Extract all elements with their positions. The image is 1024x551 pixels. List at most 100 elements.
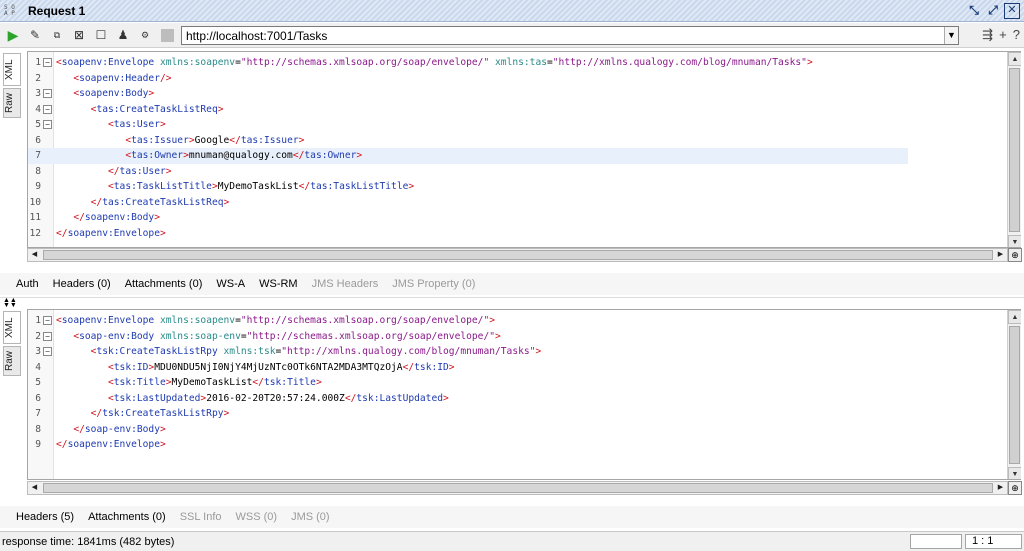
scroll-up-icon[interactable]: ▲ (1008, 52, 1021, 66)
run-icon[interactable]: ▶ (4, 26, 22, 44)
request-code-line[interactable]: 5− <tas:User> (28, 117, 988, 133)
add-endpoint-icon[interactable]: ✎ (26, 26, 44, 44)
request-code-line[interactable]: 6 <tas:Issuer>Google</tas:Issuer> (28, 133, 988, 149)
xml-code-text: <tas:Owner>mnuman@qualogy.com</tas:Owner… (125, 150, 363, 161)
scroll-thumb[interactable] (43, 250, 993, 260)
fold-toggle-icon[interactable]: − (43, 347, 52, 356)
create-empty-request-icon[interactable]: ⊠ (70, 26, 88, 44)
response-horizontal-scrollbar[interactable]: ◀ ▶ (27, 481, 1008, 495)
request-code-line[interactable]: 1− <soapenv:Envelope xmlns:soapenv="http:… (28, 55, 988, 71)
editor-splitter[interactable]: ▲▲ ▼▼ (0, 297, 1024, 309)
chevron-down-icon[interactable]: ▼ (944, 27, 958, 44)
zoom-icon[interactable]: ⊕ (1008, 481, 1022, 495)
response-code-area[interactable]: 1− <soapenv:Envelope xmlns:soapenv="http:… (27, 309, 1021, 480)
request-code-line[interactable]: 11 </soapenv:Body> (28, 210, 988, 226)
response-code-line[interactable]: 1− <soapenv:Envelope xmlns:soapenv="http:… (28, 313, 988, 329)
add-icon[interactable]: + (999, 27, 1007, 43)
line-number: 4 (35, 103, 41, 115)
xml-code-text: <soapenv:Envelope xmlns:soapenv="http://… (56, 315, 496, 326)
fold-toggle-icon[interactable]: − (43, 120, 52, 129)
xml-code-text: </tas:User> (107, 165, 172, 177)
settings-icon[interactable]: ⚙ (136, 26, 154, 44)
scroll-right-icon[interactable]: ▶ (994, 482, 1007, 494)
request-horizontal-scrollbar[interactable]: ◀ ▶ (27, 248, 1008, 262)
scroll-up-icon[interactable]: ▲ (1008, 310, 1021, 324)
scroll-thumb[interactable] (1009, 68, 1020, 232)
scroll-left-icon[interactable]: ◀ (28, 249, 41, 261)
request-tab-ws-rm[interactable]: WS-RM (259, 278, 298, 290)
xml-code-text: <tsk:Title>MyDemoTaskList</tsk:Title> (107, 377, 322, 388)
response-vertical-scrollbar[interactable]: ▲ ▼ (1007, 310, 1021, 479)
response-tab-headers-5[interactable]: Headers (5) (16, 511, 74, 523)
line-number: 2 (35, 72, 41, 84)
status-field (910, 534, 962, 549)
zoom-icon[interactable]: ⊕ (1008, 248, 1022, 262)
scroll-thumb[interactable] (1009, 326, 1020, 464)
response-code-line[interactable]: 7 </tsk:CreateTaskListRpy> (28, 406, 988, 422)
request-tab-attachments-0[interactable]: Attachments (0) (125, 278, 203, 290)
detach-icon[interactable]: ⤡ (966, 3, 982, 19)
xml-code-text: <tas:User> (107, 119, 166, 130)
scroll-down-icon[interactable]: ▼ (1008, 235, 1021, 247)
xml-code-text: <tas:CreateTaskListReq> (90, 103, 224, 115)
response-code-line[interactable]: 4 <tsk:ID>MDU0NDU5NjI0NjY4MjUzNTc0OTk6NT… (28, 360, 988, 376)
request-vertical-scrollbar[interactable]: ▲ ▼ (1007, 52, 1021, 247)
scroll-down-icon[interactable]: ▼ (1008, 467, 1021, 479)
line-number: 1 (35, 57, 41, 68)
request-tab-ws-a[interactable]: WS-A (216, 278, 245, 290)
response-code-line[interactable]: 6 <tsk:LastUpdated>2016-02-20T20:57:24.0… (28, 391, 988, 407)
edit-endpoint-icon[interactable]: ⇶ (982, 27, 993, 43)
endpoint-url-combobox[interactable]: http://localhost:7001/Tasks ▼ (181, 26, 959, 45)
user-icon[interactable]: ♟ (114, 26, 132, 44)
request-tab-auth[interactable]: Auth (16, 278, 39, 290)
tab-response-xml[interactable]: XML (3, 311, 21, 344)
xml-code-text: <tsk:ID>MDU0NDU5NjI0NjY4MjUzNTc0OTk6NTA2… (107, 361, 455, 373)
request-code-line[interactable]: 3− <soapenv:Body> (28, 86, 988, 102)
clone-request-icon[interactable]: ⧉ (48, 26, 66, 44)
request-code-line[interactable]: 9 <tas:TaskListTitle>MyDemoTaskList</tas… (28, 179, 988, 195)
request-code-line[interactable]: 8 </tas:User> (28, 164, 988, 180)
fold-toggle-icon[interactable]: − (43, 104, 52, 114)
response-code-line[interactable]: 3− <tsk:CreateTaskListRpy xmlns:tsk="htt… (28, 344, 988, 360)
close-icon[interactable]: ✕ (1004, 3, 1020, 19)
response-tab-attachments-0[interactable]: Attachments (0) (88, 511, 166, 523)
response-code-line[interactable]: 2− <soap-env:Body xmlns:soap-env="http:/… (28, 329, 988, 345)
line-number: 8 (35, 423, 41, 435)
response-tab-wss-0: WSS (0) (235, 511, 278, 523)
help-icon[interactable]: ? (1013, 27, 1020, 43)
scroll-thumb[interactable] (43, 483, 993, 493)
tab-request-raw[interactable]: Raw (3, 88, 21, 118)
request-code-line[interactable]: 4− <tas:CreateTaskListReq> (28, 102, 988, 118)
fold-toggle-icon[interactable]: − (43, 58, 52, 67)
request-code-line[interactable]: 12 </soapenv:Envelope> (28, 226, 988, 242)
tab-response-raw[interactable]: Raw (3, 346, 21, 376)
line-number: 9 (35, 181, 41, 192)
scroll-right-icon[interactable]: ▶ (994, 249, 1007, 261)
scroll-left-icon[interactable]: ◀ (28, 482, 41, 494)
line-number: 12 (29, 227, 41, 239)
response-code-line[interactable]: 9 </soapenv:Envelope> (28, 437, 988, 453)
fold-toggle-icon[interactable]: − (43, 331, 52, 341)
line-number: 10 (29, 196, 41, 208)
stop-icon[interactable]: ☐ (92, 26, 110, 44)
maximize-icon[interactable]: ⤢ (985, 3, 1001, 19)
request-tabstrip: Auth Headers (0) Attachments (0) WS-A WS-RM J… (0, 273, 1024, 295)
line-number: 8 (35, 165, 41, 177)
splitter-arrows-icon[interactable]: ▲▲ ▼▼ (3, 297, 17, 309)
response-editor: XML Raw 1− <soapenv:Envelope xmlns:soapen… (0, 309, 1024, 497)
request-code-line[interactable]: 10 </tas:CreateTaskListReq> (28, 195, 988, 211)
line-number: 7 (35, 408, 41, 419)
fold-toggle-icon[interactable]: − (43, 89, 52, 98)
request-code-line[interactable]: 2 <soapenv:Header/> (28, 71, 988, 87)
fold-toggle-icon[interactable]: − (43, 316, 52, 325)
request-code-area[interactable]: 1− <soapenv:Envelope xmlns:soapenv="http:… (27, 51, 1021, 248)
request-editor: XML Raw 1− <soapenv:Envelope xmlns:soapen… (0, 51, 1024, 265)
response-code-line[interactable]: 8 </soap-env:Body> (28, 422, 988, 438)
request-tab-jms-headers: JMS Headers (311, 278, 379, 290)
tab-request-xml[interactable]: XML (3, 53, 21, 86)
response-code-line[interactable]: 5 <tsk:Title>MyDemoTaskList</tsk:Title> (28, 375, 988, 391)
request-code-line[interactable]: 7 <tas:Owner>mnuman@qualogy.com</tas:Own… (28, 148, 908, 164)
request-tab-headers-0[interactable]: Headers (0) (53, 278, 111, 290)
xml-code-text: </soap-env:Body> (73, 423, 166, 435)
xml-code-text: <soapenv:Envelope xmlns:soapenv="http://… (56, 57, 813, 68)
